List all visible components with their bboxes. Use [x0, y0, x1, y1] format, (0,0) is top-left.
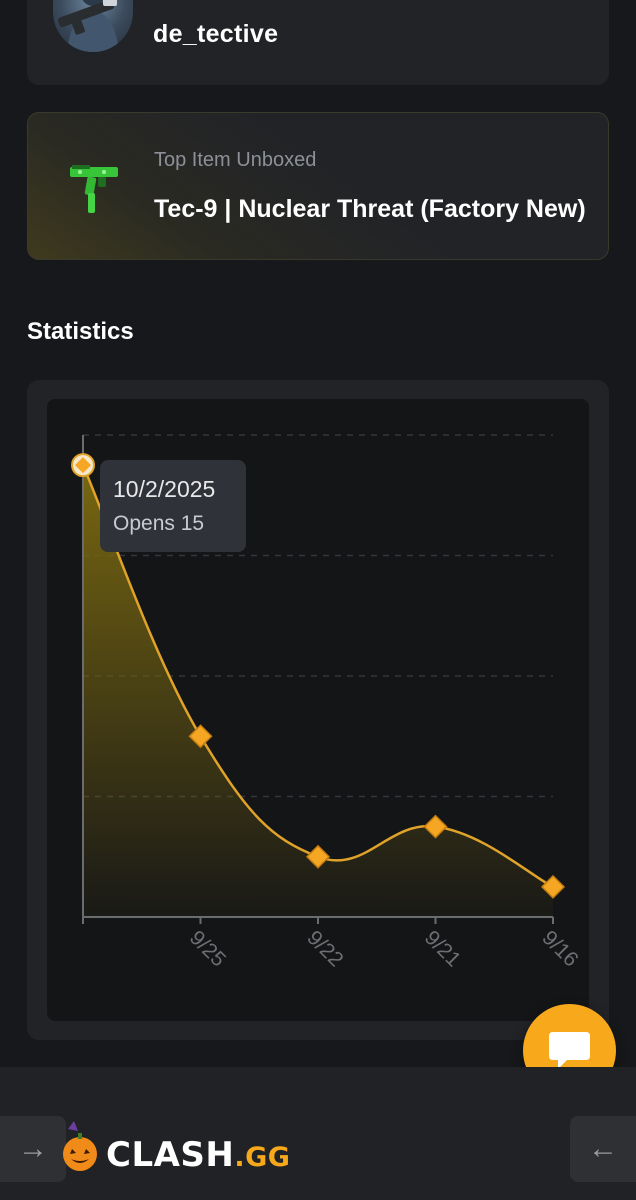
username: de_tective — [153, 20, 279, 48]
top-item-card[interactable]: Top Item Unboxed Tec-9 | Nuclear Threat … — [27, 112, 609, 260]
arrow-right-icon: → — [18, 1132, 48, 1165]
brand-tld: .GG — [234, 1142, 291, 1173]
brand-logo[interactable]: CLASH.GG — [106, 1135, 290, 1175]
tooltip-opens-value: 15 — [180, 512, 205, 535]
arrow-left-button[interactable]: ← — [570, 1116, 636, 1182]
chart-x-tick-label: 9/22 — [302, 926, 347, 971]
statistics-heading: Statistics — [27, 318, 134, 345]
pumpkin-logo-icon — [63, 1121, 97, 1171]
statistics-card: 9/25 9/22 9/21 9/16 10/2/2025 Opens 15 — [27, 380, 609, 1040]
avatar — [53, 0, 133, 52]
user-card[interactable]: de_tective — [27, 0, 609, 85]
chart-tooltip: 10/2/2025 Opens 15 — [100, 460, 246, 552]
arrow-right-button[interactable]: → — [0, 1116, 66, 1182]
tooltip-opens: Opens 15 — [113, 512, 233, 536]
tec9-weapon-icon — [70, 165, 118, 213]
brand-name: CLASH — [106, 1135, 235, 1175]
chart-x-tick-label: 9/25 — [185, 926, 230, 971]
arrow-left-icon: ← — [588, 1132, 618, 1165]
bottom-bar: → CLASH.GG ← — [0, 1067, 636, 1200]
chart-x-tick-label: 9/21 — [420, 926, 465, 971]
chat-bubble-icon — [549, 1032, 590, 1069]
avatar-soldier-icon — [57, 0, 119, 52]
chart-x-tick-label: 9/16 — [537, 926, 582, 971]
chart-panel: 9/25 9/22 9/21 9/16 10/2/2025 Opens 15 — [47, 399, 589, 1021]
tooltip-opens-label: Opens — [113, 512, 175, 535]
tooltip-date: 10/2/2025 — [113, 476, 216, 502]
top-item-caption: Top Item Unboxed — [154, 149, 317, 171]
top-item-name: Tec-9 | Nuclear Threat (Factory New) — [154, 195, 586, 223]
